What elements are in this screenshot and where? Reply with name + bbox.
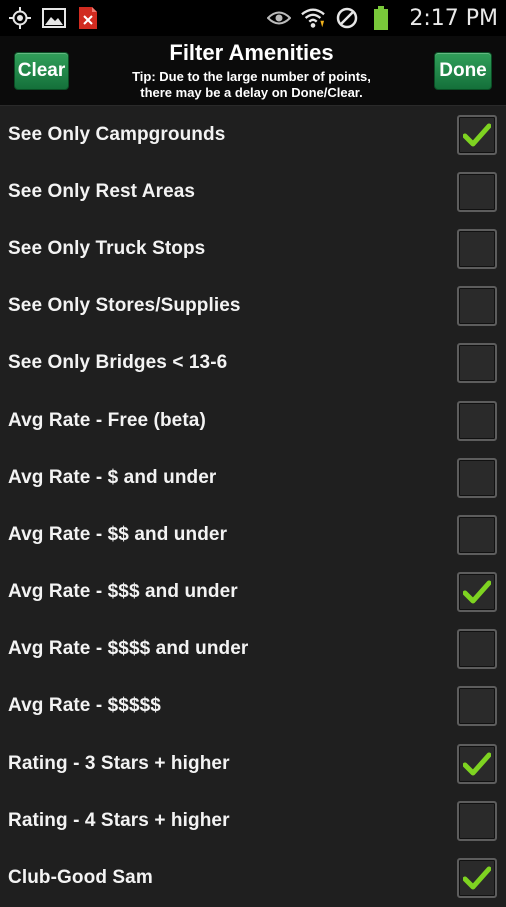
filter-label: Rating - 4 Stars + higher — [8, 809, 230, 831]
filter-row-1[interactable]: See Only Campgrounds — [0, 106, 506, 163]
filter-label: Avg Rate - $$$$$ — [8, 695, 161, 717]
filter-checkbox-10[interactable] — [457, 629, 497, 670]
filter-label: Avg Rate - $$$$ and under — [8, 638, 249, 660]
filter-label: See Only Campgrounds — [8, 123, 226, 145]
filter-row-14[interactable]: Club-Good Sam — [0, 849, 506, 906]
filter-label: See Only Rest Areas — [8, 180, 196, 202]
filter-label: Avg Rate - $ and under — [8, 466, 217, 488]
header-center: Filter Amenities Tip: Due to the large n… — [69, 40, 434, 101]
clear-button[interactable]: Clear — [14, 51, 69, 90]
filter-label: Avg Rate - Free (beta) — [8, 409, 206, 431]
filter-checkbox-4[interactable] — [457, 286, 497, 327]
filter-row-3[interactable]: See Only Truck Stops — [0, 220, 506, 277]
filter-row-5[interactable]: See Only Bridges < 13-6 — [0, 335, 506, 392]
done-button[interactable]: Done — [434, 51, 492, 90]
tip-text: Tip: Due to the large number of points, … — [75, 69, 428, 101]
filter-row-8[interactable]: Avg Rate - $$ and under — [0, 506, 506, 563]
status-bar-right: 2:17 PM — [267, 6, 498, 31]
filter-row-9[interactable]: Avg Rate - $$$ and under — [0, 564, 506, 621]
no-signal-icon — [335, 6, 359, 30]
filter-row-6[interactable]: Avg Rate - Free (beta) — [0, 392, 506, 449]
filter-label: See Only Truck Stops — [8, 237, 206, 259]
wifi-icon — [301, 6, 326, 30]
filter-row-2[interactable]: See Only Rest Areas — [0, 163, 506, 220]
filter-label: Avg Rate - $$$ and under — [8, 581, 238, 603]
filter-row-12[interactable]: Rating - 3 Stars + higher — [0, 735, 506, 792]
filter-checkbox-7[interactable] — [457, 457, 497, 498]
filter-checkbox-13[interactable] — [457, 800, 497, 841]
battery-icon — [369, 6, 393, 30]
checkmark-icon — [463, 752, 491, 776]
page-title: Filter Amenities — [169, 40, 334, 65]
clock: 2:17 PM — [409, 5, 498, 31]
eye-icon — [267, 6, 292, 30]
gps-icon — [8, 6, 32, 30]
filter-row-10[interactable]: Avg Rate - $$$$ and under — [0, 621, 506, 678]
filter-checkbox-8[interactable] — [457, 514, 497, 555]
filter-row-13[interactable]: Rating - 4 Stars + higher — [0, 792, 506, 849]
filter-checkbox-3[interactable] — [457, 228, 497, 269]
filter-checkbox-14[interactable] — [457, 858, 497, 899]
filter-label: See Only Stores/Supplies — [8, 295, 241, 317]
filter-checkbox-6[interactable] — [457, 400, 497, 441]
pdf-icon — [76, 6, 100, 30]
filter-label: Avg Rate - $$ and under — [8, 523, 228, 545]
status-bar-left — [8, 6, 100, 30]
checkmark-icon — [463, 580, 491, 604]
filter-row-4[interactable]: See Only Stores/Supplies — [0, 278, 506, 335]
filter-label: See Only Bridges < 13-6 — [8, 352, 228, 374]
tip-line-1: Tip: Due to the large number of points, — [132, 69, 371, 84]
filter-checkbox-2[interactable] — [457, 171, 497, 212]
checkmark-icon — [463, 866, 491, 890]
filter-row-7[interactable]: Avg Rate - $ and under — [0, 449, 506, 506]
filter-checkbox-9[interactable] — [457, 572, 497, 613]
filter-label: Club-Good Sam — [8, 867, 153, 889]
filter-list: See Only Campgrounds See Only Rest Areas… — [0, 106, 506, 907]
checkmark-icon — [463, 123, 491, 147]
status-bar: 2:17 PM — [0, 0, 506, 36]
tip-line-2: there may be a delay on Done/Clear. — [140, 85, 363, 100]
filter-checkbox-11[interactable] — [457, 686, 497, 727]
header: Clear Filter Amenities Tip: Due to the l… — [0, 36, 506, 106]
filter-label: Rating - 3 Stars + higher — [8, 752, 230, 774]
filter-checkbox-1[interactable] — [457, 114, 497, 155]
image-icon — [42, 6, 66, 30]
filter-row-11[interactable]: Avg Rate - $$$$$ — [0, 678, 506, 735]
filter-checkbox-5[interactable] — [457, 343, 497, 384]
filter-checkbox-12[interactable] — [457, 743, 497, 784]
